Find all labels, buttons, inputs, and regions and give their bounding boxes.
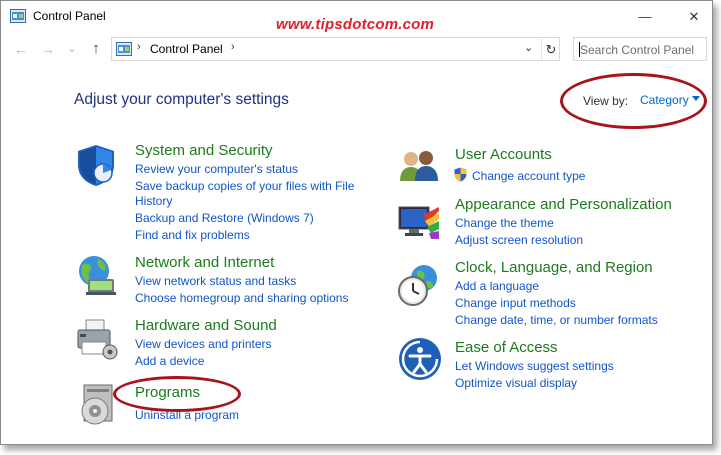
address-bar[interactable]: › Control Panel › ⌄ ↻ [111,37,560,61]
close-button[interactable]: ✕ [684,7,704,27]
link-add-device[interactable]: Add a device [135,353,204,369]
link-change-account-type[interactable]: Change account type [472,168,585,184]
page-title: Adjust your computer's settings [74,91,289,108]
category-title-network-and-internet[interactable]: Network and Internet [135,254,274,271]
recent-locations-button[interactable]: ⌄ [63,39,81,59]
link-save-backup[interactable]: Save backup copies of your files with Fi… [135,178,354,194]
link-homegroup-sharing[interactable]: Choose homegroup and sharing options [135,290,348,306]
link-suggest-settings[interactable]: Let Windows suggest settings [455,358,614,374]
address-dropdown-button[interactable]: ⌄ [524,41,533,54]
category-title-ease-of-access[interactable]: Ease of Access [455,339,558,356]
link-change-theme[interactable]: Change the theme [455,215,554,231]
search-box[interactable] [573,37,707,61]
breadcrumb-separator[interactable]: › [231,41,235,53]
link-uninstall-program[interactable]: Uninstall a program [135,407,239,423]
window-title: Control Panel [33,9,106,23]
control-panel-icon [116,42,132,56]
category-title-appearance-and-personalization[interactable]: Appearance and Personalization [455,196,672,213]
programs-disc-icon[interactable] [74,383,118,427]
watermark-text: www.tipsdotcom.com [276,16,435,33]
ease-of-access-icon[interactable] [398,337,442,381]
minimize-button[interactable]: — [635,7,655,27]
category-title-system-and-security[interactable]: System and Security [135,142,273,159]
users-icon[interactable] [397,145,441,189]
link-review-status[interactable]: Review your computer's status [135,161,298,177]
link-save-backup-history[interactable]: History [135,193,172,209]
title-bar: Control Panel www.tipsdotcom.com — ✕ [1,1,712,33]
link-add-language[interactable]: Add a language [455,278,539,294]
refresh-button[interactable]: ↻ [541,39,560,60]
link-screen-resolution[interactable]: Adjust screen resolution [455,232,583,248]
uac-shield-icon [454,167,467,182]
link-backup-restore[interactable]: Backup and Restore (Windows 7) [135,210,314,226]
search-input[interactable] [580,41,704,58]
clock-globe-icon[interactable] [397,263,441,307]
link-optimize-display[interactable]: Optimize visual display [455,375,577,391]
monitor-paint-icon[interactable] [397,201,441,245]
link-network-status[interactable]: View network status and tasks [135,273,296,289]
navigation-bar: ← → ⌄ ↑ › Control Panel › ⌄ ↻ [1,37,712,63]
breadcrumb-separator[interactable]: › [137,41,141,53]
forward-button[interactable]: → [39,39,57,59]
view-by-dropdown[interactable]: Category [640,93,689,107]
category-title-hardware-and-sound[interactable]: Hardware and Sound [135,317,277,334]
category-title-user-accounts[interactable]: User Accounts [455,146,552,163]
dropdown-caret-icon[interactable] [692,96,700,101]
shield-icon[interactable] [74,143,118,187]
link-devices-printers[interactable]: View devices and printers [135,336,272,352]
control-panel-window: Control Panel www.tipsdotcom.com — ✕ ← →… [0,0,713,445]
globe-network-icon[interactable] [74,253,118,297]
view-by-label: View by: [583,94,629,108]
breadcrumb-control-panel[interactable]: Control Panel [150,42,223,56]
link-date-time-formats[interactable]: Change date, time, or number formats [455,312,658,328]
category-title-programs[interactable]: Programs [135,384,200,401]
link-input-methods[interactable]: Change input methods [455,295,576,311]
control-panel-icon [10,9,26,23]
link-find-fix-problems[interactable]: Find and fix problems [135,227,250,243]
printer-icon[interactable] [74,316,118,360]
back-button[interactable]: ← [12,39,30,59]
up-button[interactable]: ↑ [87,39,105,59]
category-title-clock-language-region[interactable]: Clock, Language, and Region [455,259,653,276]
